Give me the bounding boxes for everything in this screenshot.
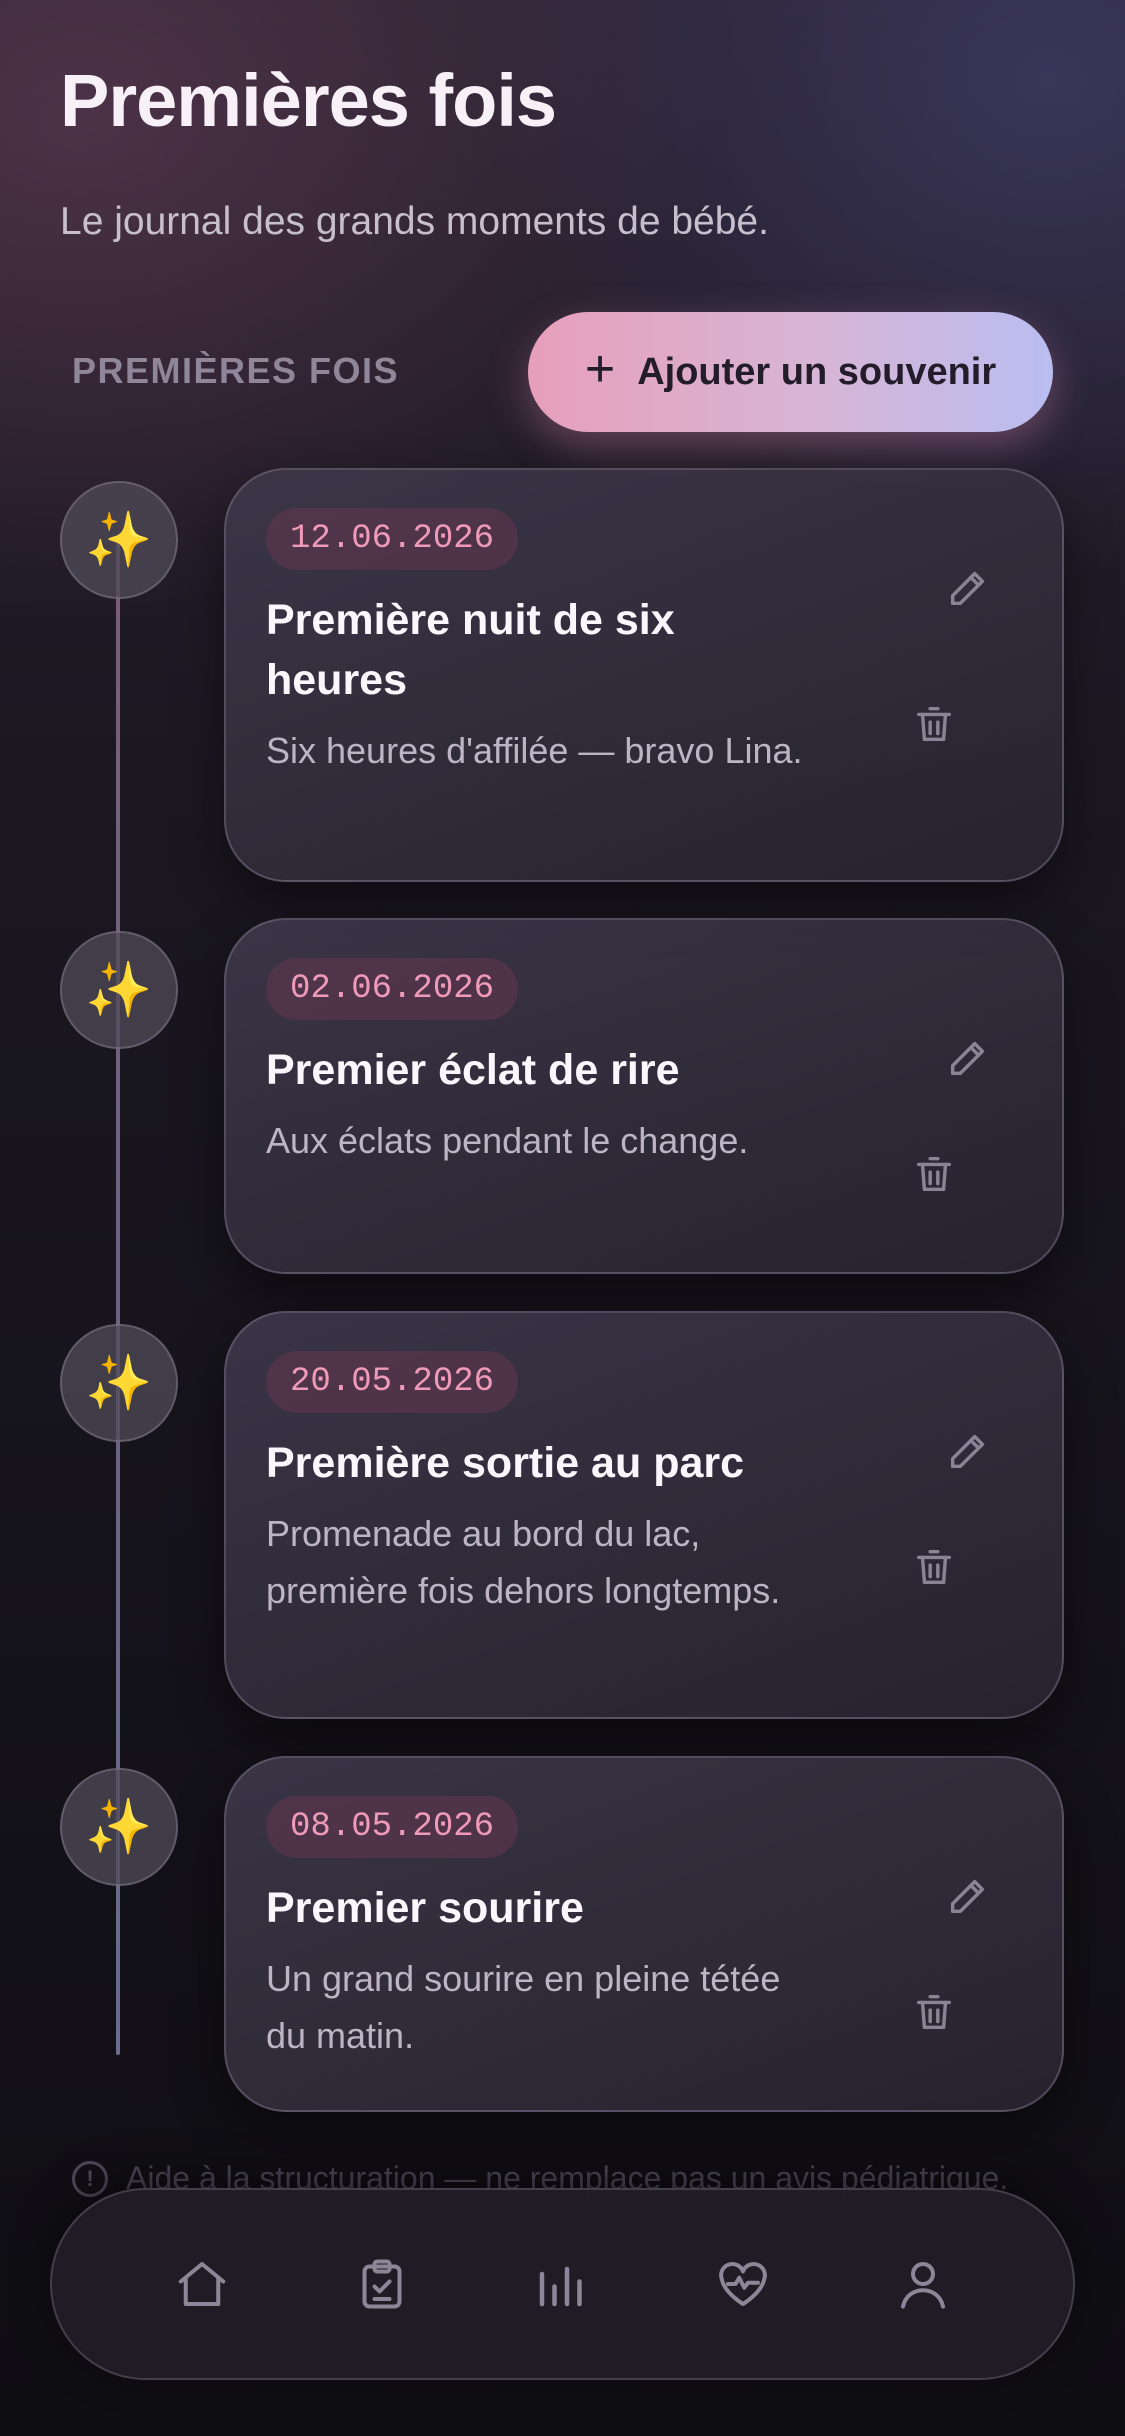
info-icon: ! xyxy=(72,2160,108,2197)
page-title: Premières fois xyxy=(60,59,557,142)
edit-button[interactable] xyxy=(936,1864,1000,1928)
trash-icon xyxy=(916,1994,952,2030)
page-subtitle: Le journal des grands moments de bébé. xyxy=(60,200,769,243)
sparkles-icon: ✨ xyxy=(60,1324,178,1442)
delete-button[interactable] xyxy=(902,692,966,756)
memory-title: Premier sourire xyxy=(266,1884,584,1932)
memory-card: 02.06.2026 Premier éclat de rire Aux écl… xyxy=(224,918,1064,1274)
pencil-icon xyxy=(950,1434,985,1469)
date-badge: 12.06.2026 xyxy=(266,508,519,570)
edit-button[interactable] xyxy=(936,1026,1000,1090)
edit-button[interactable] xyxy=(936,556,1000,620)
trash-icon xyxy=(916,1156,952,1192)
memory-card: 08.05.2026 Premier sourire Un grand sour… xyxy=(224,1756,1064,2112)
date-badge: 08.05.2026 xyxy=(266,1796,519,1858)
memory-description: Promenade au bord du lac, première fois … xyxy=(266,1513,781,1611)
date-badge: 20.05.2026 xyxy=(266,1351,519,1413)
add-memory-button[interactable]: + Ajouter un souvenir xyxy=(528,312,1053,432)
memory-description: Aux éclats pendant le change. xyxy=(266,1120,749,1161)
trash-icon xyxy=(916,706,952,742)
memory-title: Première sortie au parc xyxy=(266,1439,745,1487)
plus-icon: + xyxy=(584,340,616,398)
date-badge: 02.06.2026 xyxy=(266,958,519,1020)
nav-profile[interactable] xyxy=(883,2244,963,2324)
memory-description: Un grand sourire en pleine tétée du mati… xyxy=(266,1958,781,2056)
clipboard-check-icon xyxy=(362,2259,402,2309)
pencil-icon xyxy=(950,1879,985,1914)
memory-card: 12.06.2026 Première nuit de six heures S… xyxy=(224,468,1064,882)
delete-button[interactable] xyxy=(902,1142,966,1206)
bottom-nav xyxy=(50,2188,1075,2380)
home-icon xyxy=(178,2262,226,2306)
add-memory-button-label: Ajouter un souvenir xyxy=(637,350,997,393)
nav-health[interactable] xyxy=(703,2244,783,2324)
delete-button[interactable] xyxy=(902,1980,966,2044)
heart-pulse-icon xyxy=(718,2261,767,2306)
edit-button[interactable] xyxy=(936,1419,1000,1483)
memory-description: Six heures d'affilée — bravo Lina. xyxy=(266,730,803,771)
delete-button[interactable] xyxy=(902,1535,966,1599)
memory-title: Première nuit de six heures xyxy=(266,596,675,704)
nav-stats[interactable] xyxy=(522,2244,602,2324)
nav-tasks[interactable] xyxy=(342,2244,422,2324)
sparkles-icon: ✨ xyxy=(60,481,178,599)
trash-icon xyxy=(916,1549,952,1585)
pencil-icon xyxy=(950,571,985,606)
pencil-icon xyxy=(950,1041,985,1076)
nav-home[interactable] xyxy=(162,2244,242,2324)
chart-bars-icon xyxy=(540,2266,583,2307)
memory-title: Premier éclat de rire xyxy=(266,1046,680,1094)
section-label: PREMIÈRES FOIS xyxy=(72,350,400,391)
sparkles-icon: ✨ xyxy=(60,1768,178,1886)
sparkles-icon: ✨ xyxy=(60,931,178,1049)
memory-card: 20.05.2026 Première sortie au parc Prome… xyxy=(224,1311,1064,1719)
user-icon xyxy=(900,2262,945,2309)
